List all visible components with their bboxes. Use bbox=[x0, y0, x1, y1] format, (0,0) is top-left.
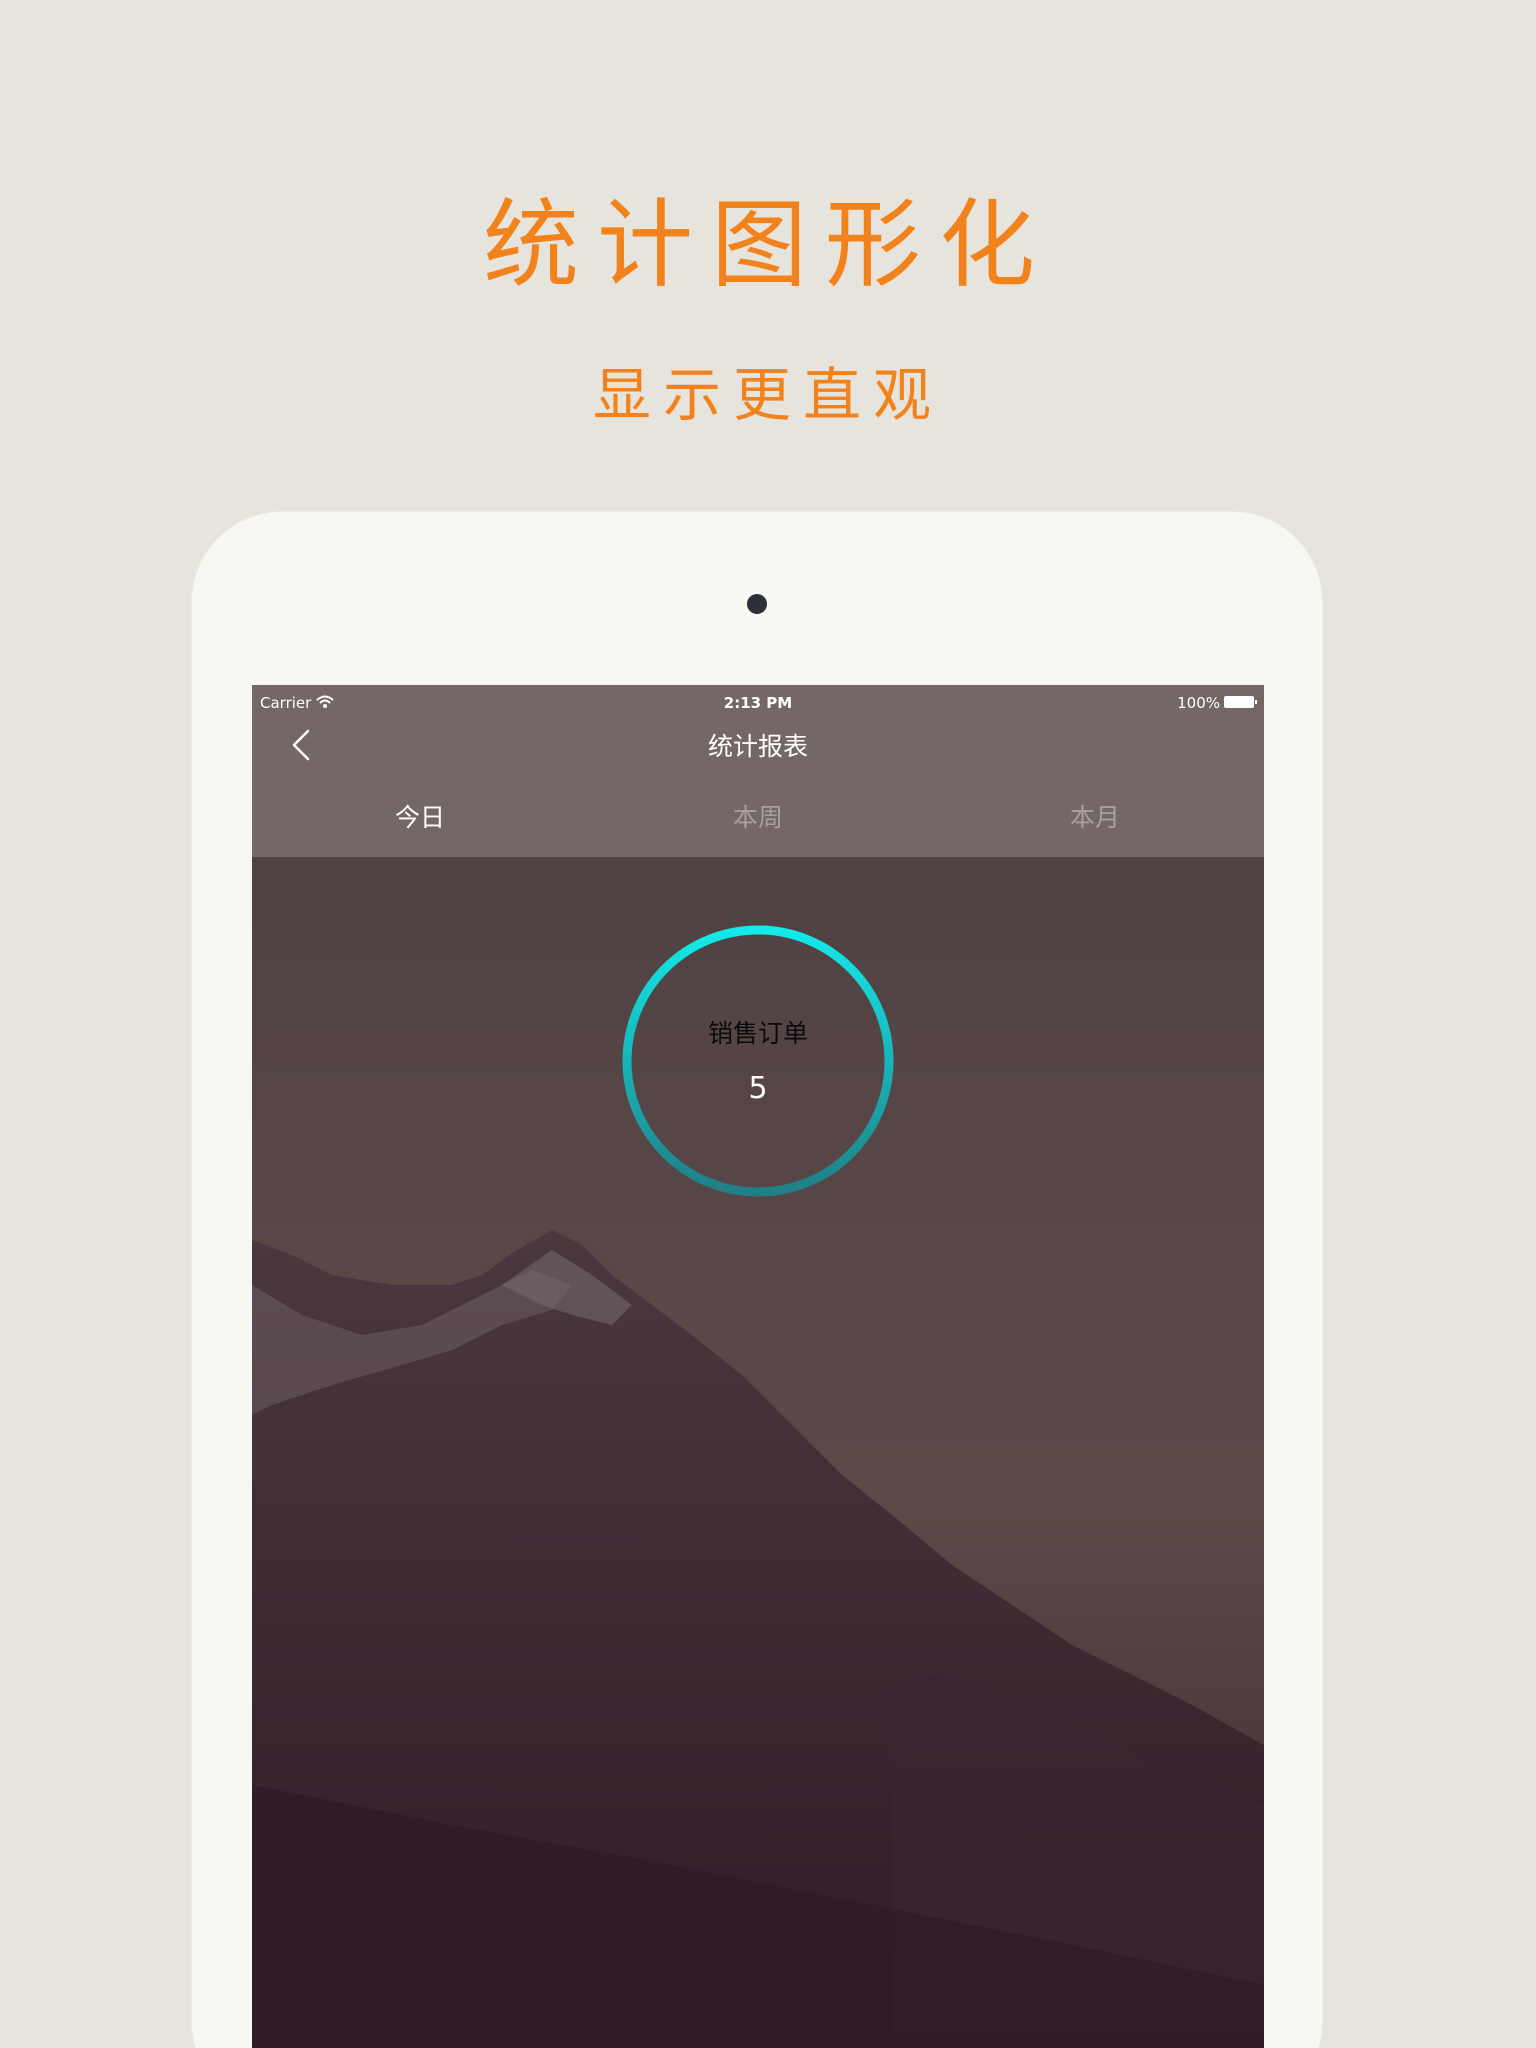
tab-this-month[interactable]: 本月 bbox=[995, 793, 1195, 843]
app-screen: Carrier 2:13 PM 100% 统计报表 今日 本周 本月 销售订单 … bbox=[252, 685, 1264, 2048]
tab-today[interactable]: 今日 bbox=[320, 793, 520, 843]
page-title: 统计报表 bbox=[707, 732, 808, 761]
period-tabs: 今日 本周 本月 bbox=[252, 793, 1264, 843]
ring-label: 销售订单 bbox=[707, 1019, 808, 1048]
app-header: Carrier 2:13 PM 100% 统计报表 今日 本周 本月 bbox=[252, 685, 1264, 857]
camera-dot bbox=[747, 594, 767, 614]
promo-page: 统计图形化 显示更直观 Carrier 2:13 PM 100% 统计报表 今日… bbox=[0, 0, 1536, 2048]
mountain-background bbox=[252, 685, 1264, 2048]
ring-value: 5 bbox=[748, 1071, 768, 1106]
promo-title: 统计图形化 bbox=[483, 189, 1053, 301]
tab-this-week[interactable]: 本周 bbox=[658, 793, 858, 843]
battery-percent-label: 100% bbox=[1177, 694, 1220, 712]
battery-icon bbox=[1224, 696, 1257, 708]
clock-label: 2:13 PM bbox=[723, 694, 793, 712]
progress-ring bbox=[622, 925, 894, 1197]
promo-subtitle: 显示更直观 bbox=[592, 361, 943, 429]
sales-order-ring[interactable]: 销售订单 5 bbox=[618, 921, 898, 1201]
